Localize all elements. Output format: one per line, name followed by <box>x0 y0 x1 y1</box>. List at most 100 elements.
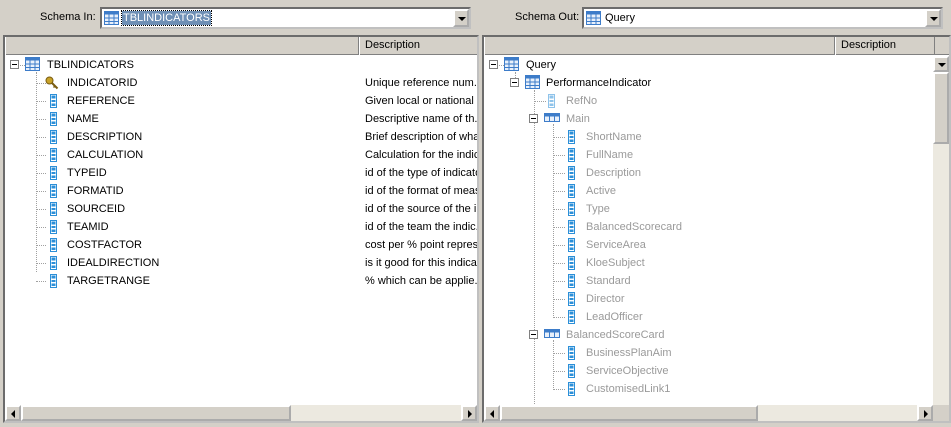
table-icon <box>525 75 540 89</box>
tree-node-performance-indicator[interactable]: PerformanceIndicator <box>484 74 933 92</box>
collapse-icon[interactable] <box>510 78 519 87</box>
field-row-reference[interactable]: REFERENCE Given local or national ... <box>5 92 477 110</box>
field-description: Brief description of wha <box>365 131 477 143</box>
field-icon <box>50 166 57 180</box>
field-row-active[interactable]: Active <box>484 182 933 200</box>
tree-connector <box>36 101 46 102</box>
field-row-short-name[interactable]: ShortName <box>484 128 933 146</box>
field-name: FullName <box>586 149 634 161</box>
schema-in-tree[interactable]: Description TBLINDICATORS INDICATORID Uni… <box>3 35 479 423</box>
description-column-header[interactable]: Description <box>359 37 477 55</box>
tree-connector <box>36 227 46 228</box>
field-row-formatid[interactable]: FORMATID id of the format of meas <box>5 182 477 200</box>
tree-connector <box>553 191 565 192</box>
field-row-service-area[interactable]: ServiceArea <box>484 236 933 254</box>
field-row-teamid[interactable]: TEAMID id of the team the indic... <box>5 218 477 236</box>
scroll-left-button[interactable] <box>5 405 21 421</box>
field-row-lead-officer[interactable]: LeadOfficer <box>484 308 933 326</box>
field-description: Unique reference num... <box>365 77 477 89</box>
field-description: % which can be applie... <box>365 275 477 287</box>
tree-connector <box>553 209 565 210</box>
schema-in-dropdown[interactable]: TBLINDICATORS <box>100 7 471 29</box>
field-name: ShortName <box>586 131 642 143</box>
field-row-business-plan-aim[interactable]: BusinessPlanAim <box>484 344 933 362</box>
tree-connector <box>534 101 546 102</box>
field-icon <box>50 202 57 216</box>
field-row-name[interactable]: NAME Descriptive name of th... <box>5 110 477 128</box>
tree-node-balanced-scorecard[interactable]: BalancedScoreCard <box>484 326 933 344</box>
field-icon <box>568 166 575 180</box>
description-column-header[interactable]: Description <box>835 37 935 55</box>
field-row-sourceid[interactable]: SOURCEID id of the source of the i... <box>5 200 477 218</box>
field-icon <box>50 130 57 144</box>
field-row-full-name[interactable]: FullName <box>484 146 933 164</box>
field-name: Director <box>586 293 625 305</box>
tree-connector <box>36 155 46 156</box>
field-row-refno[interactable]: RefNo <box>484 92 933 110</box>
scroll-down-button[interactable] <box>933 56 949 72</box>
field-row-calculation[interactable]: CALCULATION Calculation for the indic <box>5 146 477 164</box>
field-row-balanced-scorecard[interactable]: BalancedScorecard <box>484 218 933 236</box>
table-icon <box>544 113 560 122</box>
name-column-header[interactable] <box>484 37 835 55</box>
field-row-standard[interactable]: Standard <box>484 272 933 290</box>
field-row-targetrange[interactable]: TARGETRANGE % which can be applie... <box>5 272 477 290</box>
tree-node-main[interactable]: Main <box>484 110 933 128</box>
arrow-right-icon <box>468 410 472 418</box>
collapse-icon[interactable] <box>489 60 498 69</box>
field-row-typeid[interactable]: TYPEID id of the type of indicato <box>5 164 477 182</box>
scroll-thumb[interactable] <box>933 72 949 144</box>
field-row-kloe-subject[interactable]: KloeSubject <box>484 254 933 272</box>
key-icon <box>45 76 59 90</box>
schema-in-tree-body: TBLINDICATORS INDICATORID Unique referenc… <box>5 56 477 405</box>
table-icon <box>104 11 119 25</box>
name-column-header[interactable] <box>5 37 359 55</box>
field-icon <box>50 256 57 270</box>
scroll-left-button[interactable] <box>484 405 500 421</box>
tree-node-label: BalancedScoreCard <box>566 329 665 341</box>
horizontal-scrollbar[interactable] <box>484 405 933 421</box>
field-row-director[interactable]: Director <box>484 290 933 308</box>
chevron-down-icon <box>930 17 938 21</box>
field-name: FORMATID <box>67 185 124 197</box>
field-icon <box>568 238 575 252</box>
field-row-costfactor[interactable]: COSTFACTOR cost per % point repres... <box>5 236 477 254</box>
schema-in-dropdown-button[interactable] <box>453 9 469 27</box>
field-name: TYPEID <box>67 167 107 179</box>
scroll-thumb[interactable] <box>21 405 291 421</box>
field-icon <box>568 220 575 234</box>
schema-out-dropdown[interactable]: Query <box>582 7 943 29</box>
scroll-right-button[interactable] <box>917 405 933 421</box>
tree-root-tblindicators[interactable]: TBLINDICATORS <box>5 56 477 74</box>
field-name: BusinessPlanAim <box>586 347 672 359</box>
tree-connector <box>36 119 46 120</box>
tree-connector <box>553 353 565 354</box>
schema-out-tree[interactable]: Description Query PerformanceIndicator R… <box>482 35 951 423</box>
vertical-scrollbar[interactable] <box>933 56 949 405</box>
collapse-icon[interactable] <box>10 60 19 69</box>
collapse-icon[interactable] <box>529 114 538 123</box>
field-icon <box>548 94 555 108</box>
tree-root-query[interactable]: Query <box>484 56 933 74</box>
column-header: Description <box>484 37 949 55</box>
field-name: Active <box>586 185 616 197</box>
schema-out-dropdown-button[interactable] <box>925 9 941 27</box>
tree-node-label: PerformanceIndicator <box>546 77 652 89</box>
collapse-icon[interactable] <box>529 330 538 339</box>
field-row-type[interactable]: Type <box>484 200 933 218</box>
field-row-description[interactable]: Description <box>484 164 933 182</box>
field-icon <box>568 256 575 270</box>
tree-connector <box>499 65 504 66</box>
field-icon <box>568 346 575 360</box>
schema-in-value: TBLINDICATORS <box>121 10 212 26</box>
scroll-right-button[interactable] <box>461 405 477 421</box>
scroll-thumb[interactable] <box>500 405 758 421</box>
tree-connector <box>553 227 565 228</box>
schema-out-value: Query <box>605 12 635 24</box>
field-row-indicatorid[interactable]: INDICATORID Unique reference num... <box>5 74 477 92</box>
field-row-description[interactable]: DESCRIPTION Brief description of wha <box>5 128 477 146</box>
field-row-idealdirection[interactable]: IDEALDIRECTION is it good for this indica… <box>5 254 477 272</box>
field-row-service-objective[interactable]: ServiceObjective <box>484 362 933 380</box>
tree-connector <box>20 65 25 66</box>
horizontal-scrollbar[interactable] <box>5 405 477 421</box>
